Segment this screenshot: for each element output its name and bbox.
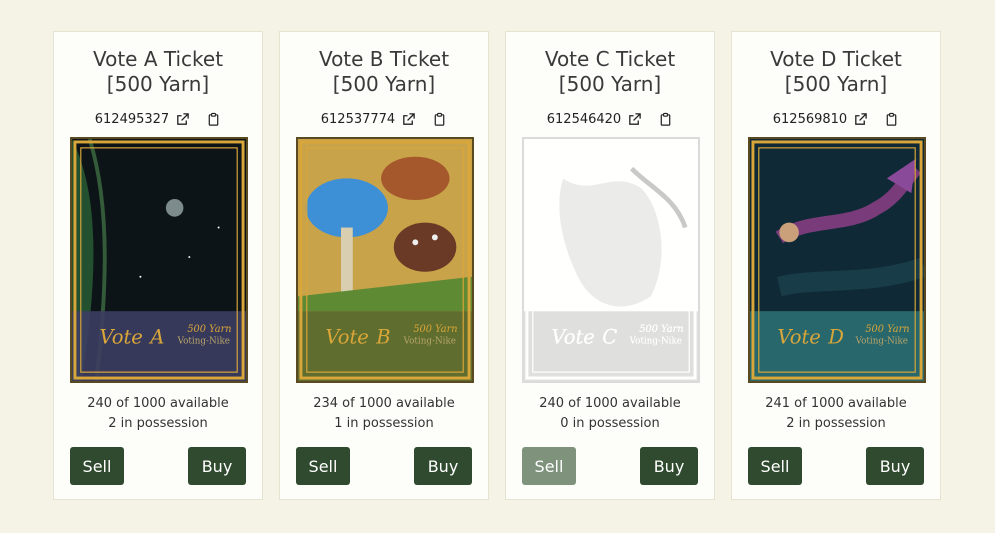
art-yarn-text: 500 Yarn xyxy=(865,324,909,335)
art-subtitle: Voting-Nike xyxy=(629,337,682,347)
possession-count: 2 in possession xyxy=(108,416,208,431)
clipboard-icon[interactable] xyxy=(884,112,899,127)
ticket-id: 612495327 xyxy=(94,112,170,127)
external-link-icon[interactable] xyxy=(401,112,416,127)
card-title: Vote C Ticket [500 Yarn] xyxy=(544,47,676,96)
art-subtitle: Voting-Nike xyxy=(855,337,908,347)
external-link-icon[interactable] xyxy=(853,112,868,127)
card-title: Vote B Ticket [500 Yarn] xyxy=(318,47,450,96)
available-count: 240 of 1000 available xyxy=(539,396,681,411)
clipboard-icon[interactable] xyxy=(658,112,673,127)
buy-button[interactable]: Buy xyxy=(188,447,246,485)
art-vote-text: Vote xyxy=(551,326,595,349)
ticket-id-row: 612495327 xyxy=(54,112,262,127)
ticket-card-b: Vote B Ticket [500 Yarn] 612537774 Vote … xyxy=(279,31,489,500)
sell-button[interactable]: Sell xyxy=(522,447,576,485)
clipboard-icon[interactable] xyxy=(432,112,447,127)
ticket-id-row: 612546420 xyxy=(506,112,714,127)
available-count: 234 of 1000 available xyxy=(313,396,455,411)
card-title: Vote D Ticket [500 Yarn] xyxy=(770,47,902,96)
ticket-artwork[interactable]: Vote A 500 Yarn Voting-Nike xyxy=(70,137,248,383)
art-vote-letter: C xyxy=(602,326,617,349)
ticket-card-d: Vote D Ticket [500 Yarn] 612569810 Vote … xyxy=(731,31,941,500)
ticket-artwork[interactable]: Vote D 500 Yarn Voting-Nike xyxy=(748,137,926,383)
possession-count: 0 in possession xyxy=(560,416,660,431)
available-count: 241 of 1000 available xyxy=(765,396,907,411)
ticket-id: 612569810 xyxy=(772,112,848,127)
art-vote-letter: A xyxy=(148,326,164,349)
art-yarn-text: 500 Yarn xyxy=(639,324,683,335)
buy-button[interactable]: Buy xyxy=(640,447,698,485)
possession-count: 1 in possession xyxy=(334,416,434,431)
buy-button[interactable]: Buy xyxy=(414,447,472,485)
buy-button[interactable]: Buy xyxy=(866,447,924,485)
availability-info: 240 of 1000 available 0 in possession xyxy=(506,394,714,434)
ticket-artwork[interactable]: Vote B 500 Yarn Voting-Nike xyxy=(296,137,474,383)
art-subtitle: Voting-Nike xyxy=(403,337,456,347)
art-vote-letter: B xyxy=(375,326,390,349)
card-title: Vote A Ticket [500 Yarn] xyxy=(92,47,224,96)
possession-count: 2 in possession xyxy=(786,416,886,431)
ticket-id-row: 612537774 xyxy=(280,112,488,127)
ticket-id: 612546420 xyxy=(546,112,622,127)
art-yarn-text: 500 Yarn xyxy=(413,324,457,335)
availability-info: 241 of 1000 available 2 in possession xyxy=(732,394,940,434)
sell-button[interactable]: Sell xyxy=(748,447,802,485)
art-vote-text: Vote xyxy=(777,326,821,349)
sell-button[interactable]: Sell xyxy=(296,447,350,485)
art-vote-letter: D xyxy=(827,326,844,349)
clipboard-icon[interactable] xyxy=(206,112,221,127)
ticket-card-c: Vote C Ticket [500 Yarn] 612546420 Vote … xyxy=(505,31,715,500)
availability-info: 234 of 1000 available 1 in possession xyxy=(280,394,488,434)
art-vote-text: Vote xyxy=(99,326,143,349)
ticket-id: 612537774 xyxy=(320,112,396,127)
ticket-card-a: Vote A Ticket [500 Yarn] 612495327 Vote … xyxy=(53,31,263,500)
sell-button[interactable]: Sell xyxy=(70,447,124,485)
external-link-icon[interactable] xyxy=(175,112,190,127)
availability-info: 240 of 1000 available 2 in possession xyxy=(54,394,262,434)
art-yarn-text: 500 Yarn xyxy=(187,324,231,335)
art-subtitle: Voting-Nike xyxy=(177,337,230,347)
ticket-id-row: 612569810 xyxy=(732,112,940,127)
ticket-artwork[interactable]: Vote C 500 Yarn Voting-Nike xyxy=(522,137,700,383)
external-link-icon[interactable] xyxy=(627,112,642,127)
available-count: 240 of 1000 available xyxy=(87,396,229,411)
art-vote-text: Vote xyxy=(325,326,369,349)
